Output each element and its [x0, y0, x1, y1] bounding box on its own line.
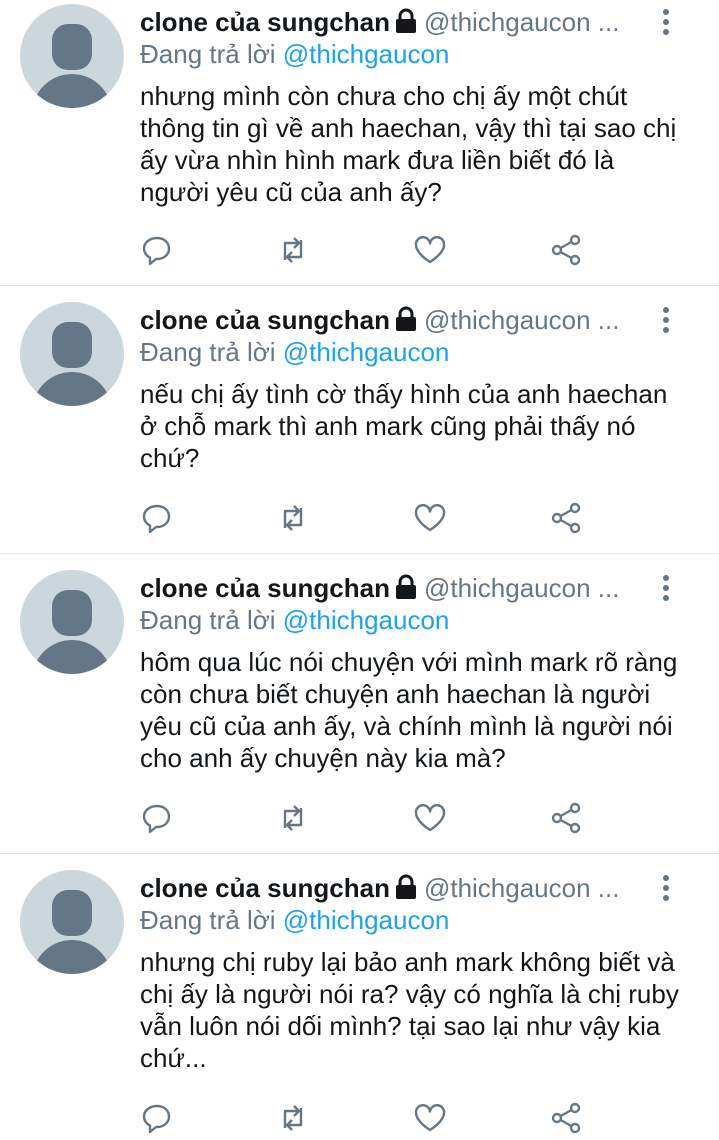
- tweet[interactable]: clone của sungchan @thichgaucon ... Đang …: [0, 298, 719, 554]
- replying-to: Đang trả lời @thichgaucon: [140, 336, 449, 368]
- action-bar: [140, 1101, 600, 1135]
- reply-prefix: Đang trả lời: [140, 39, 283, 69]
- lock-icon: [394, 874, 418, 907]
- action-bar: [140, 233, 600, 267]
- heart-icon[interactable]: [413, 801, 447, 835]
- reply-icon[interactable]: [140, 1101, 174, 1135]
- heart-icon[interactable]: [413, 233, 447, 267]
- handle[interactable]: @thichgaucon ...: [424, 305, 620, 335]
- reply-prefix: Đang trả lời: [140, 337, 283, 367]
- tweet-header: clone của sungchan @thichgaucon ...: [140, 572, 660, 607]
- tweet-text: hôm qua lúc nói chuyện với mình mark rõ …: [140, 647, 678, 773]
- display-name[interactable]: clone của sungchan: [140, 7, 390, 37]
- share-icon[interactable]: [549, 801, 583, 835]
- avatar[interactable]: [20, 302, 124, 406]
- tweet-header: clone của sungchan @thichgaucon ...: [140, 872, 660, 907]
- reply-mention[interactable]: @thichgaucon: [283, 39, 450, 69]
- reply-icon[interactable]: [140, 233, 174, 267]
- tweet[interactable]: clone của sungchan @thichgaucon ... Đang …: [0, 566, 719, 854]
- action-bar: [140, 801, 600, 835]
- avatar[interactable]: [20, 570, 124, 674]
- retweet-icon[interactable]: [276, 501, 310, 535]
- replying-to: Đang trả lời @thichgaucon: [140, 38, 449, 70]
- avatar[interactable]: [20, 4, 124, 108]
- tweet-text: nhưng chị ruby lại bảo anh mark không bi…: [140, 947, 679, 1073]
- lock-icon: [394, 574, 418, 607]
- share-icon[interactable]: [549, 233, 583, 267]
- reply-prefix: Đang trả lời: [140, 605, 283, 635]
- heart-icon[interactable]: [413, 1101, 447, 1135]
- share-icon[interactable]: [549, 1101, 583, 1135]
- replying-to: Đang trả lời @thichgaucon: [140, 904, 449, 936]
- lock-icon: [394, 8, 418, 41]
- action-bar: [140, 501, 600, 535]
- tweet-header: clone của sungchan @thichgaucon ...: [140, 6, 660, 41]
- retweet-icon[interactable]: [276, 1101, 310, 1135]
- heart-icon[interactable]: [413, 501, 447, 535]
- reply-prefix: Đang trả lời: [140, 905, 283, 935]
- share-icon[interactable]: [549, 501, 583, 535]
- lock-icon: [394, 306, 418, 339]
- reply-icon[interactable]: [140, 501, 174, 535]
- display-name[interactable]: clone của sungchan: [140, 873, 390, 903]
- reply-mention[interactable]: @thichgaucon: [283, 905, 450, 935]
- tweet-text: nhưng mình còn chưa cho chị ấy một chút …: [140, 81, 677, 207]
- tweet-text: nếu chị ấy tình cờ thấy hình của anh hae…: [140, 379, 668, 473]
- more-vertical-icon[interactable]: [656, 8, 676, 38]
- tweet[interactable]: clone của sungchan @thichgaucon ... Đang …: [0, 0, 719, 286]
- display-name[interactable]: clone của sungchan: [140, 573, 390, 603]
- retweet-icon[interactable]: [276, 801, 310, 835]
- display-name[interactable]: clone của sungchan: [140, 305, 390, 335]
- avatar[interactable]: [20, 870, 124, 974]
- retweet-icon[interactable]: [276, 233, 310, 267]
- more-vertical-icon[interactable]: [656, 306, 676, 336]
- tweet-header: clone của sungchan @thichgaucon ...: [140, 304, 660, 339]
- more-vertical-icon[interactable]: [656, 874, 676, 904]
- handle[interactable]: @thichgaucon ...: [424, 7, 620, 37]
- handle[interactable]: @thichgaucon ...: [424, 873, 620, 903]
- reply-icon[interactable]: [140, 801, 174, 835]
- tweet[interactable]: clone của sungchan @thichgaucon ... Đang …: [0, 866, 719, 1136]
- replying-to: Đang trả lời @thichgaucon: [140, 604, 449, 636]
- handle[interactable]: @thichgaucon ...: [424, 573, 620, 603]
- more-vertical-icon[interactable]: [656, 574, 676, 604]
- reply-mention[interactable]: @thichgaucon: [283, 337, 450, 367]
- reply-mention[interactable]: @thichgaucon: [283, 605, 450, 635]
